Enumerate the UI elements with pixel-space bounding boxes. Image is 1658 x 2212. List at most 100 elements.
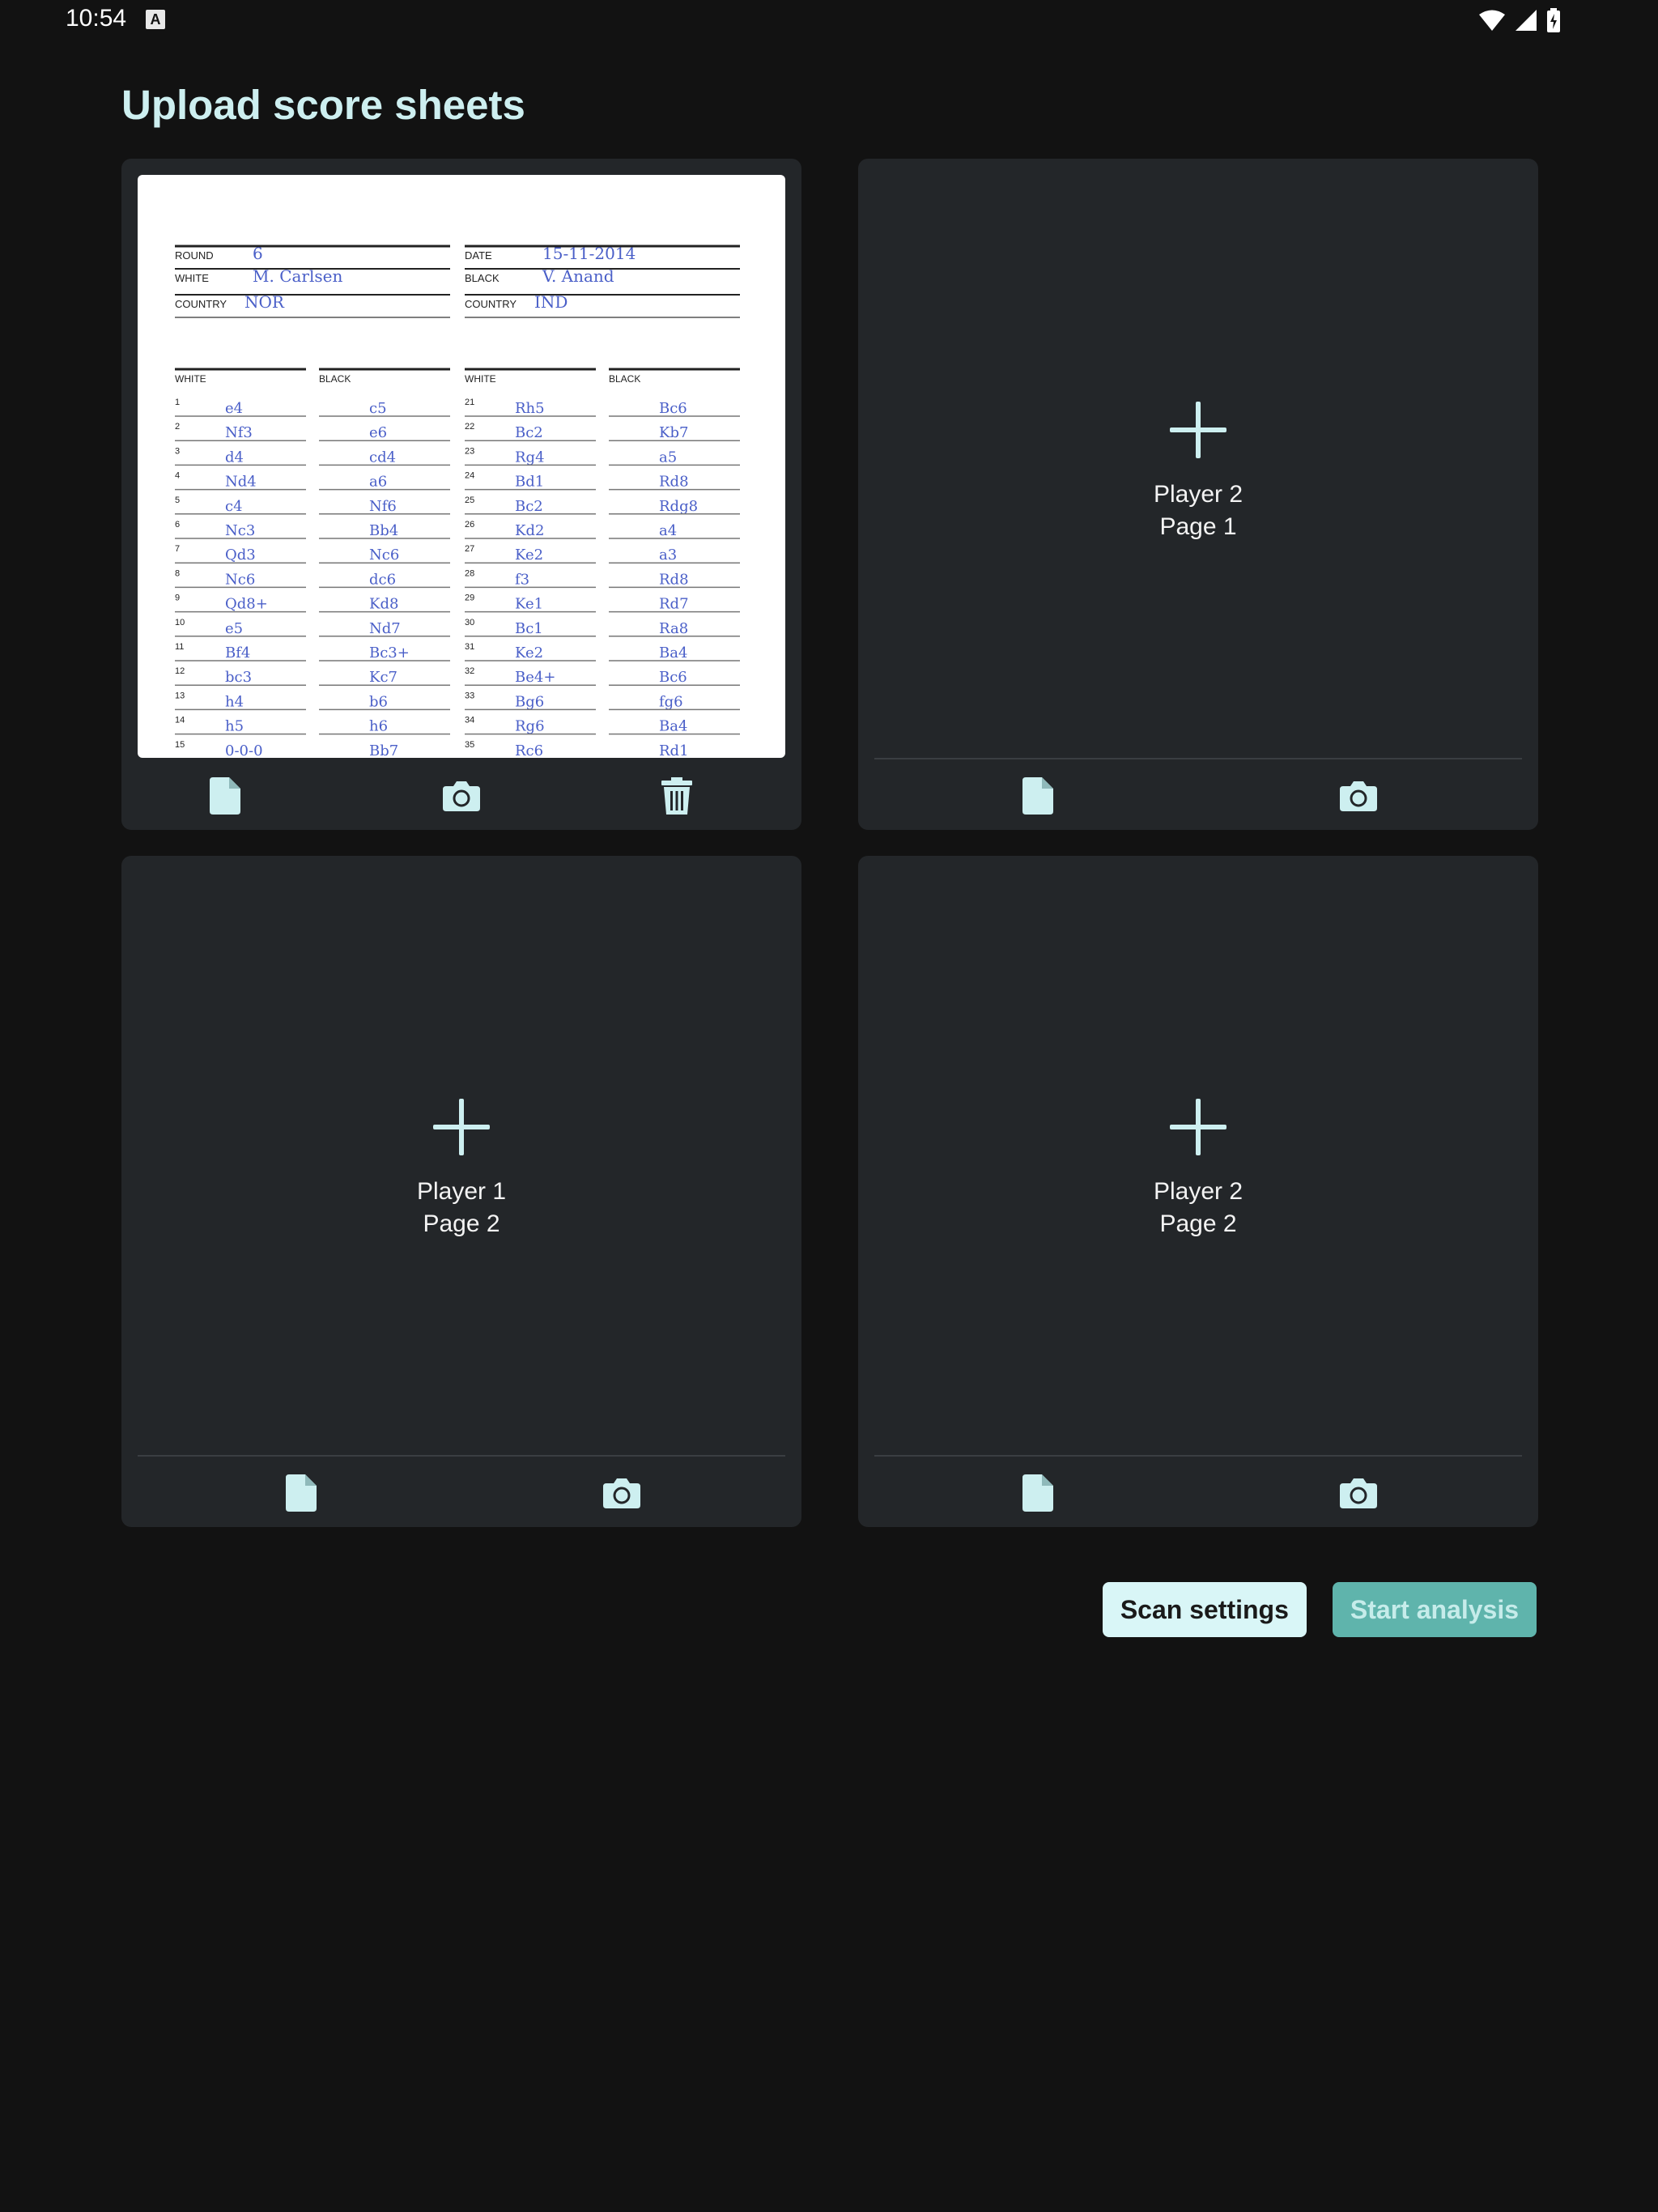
placeholder-player: Player 1 [416,1178,507,1205]
sheet-move-white: Qd8+ [225,596,268,613]
placeholder-page: Page 1 [1159,513,1237,540]
sheet-move-number: 15 [175,740,185,750]
sheet-move-number: 34 [465,716,474,725]
camera-icon [443,781,480,811]
card-player1-page1: ROUND 6 DATE 15-11-2014 WHITE M. Carlsen BLACK… [121,159,801,830]
score-sheet-preview[interactable]: ROUND 6 DATE 15-11-2014 WHITE M. Carlsen BLACK… [138,175,785,758]
file-icon [1022,777,1053,815]
card-actions [858,762,1538,830]
sheet-move-black: Nc6 [369,547,399,564]
upload-placeholder[interactable]: Player 2 Page 1 [874,175,1522,758]
sheet-move-black: fg6 [659,693,683,710]
sheet-move-white: Bc2 [515,424,543,441]
notification-icon: A [146,10,165,29]
sheet-move-black: Rd8 [659,474,689,491]
camera-button[interactable] [1339,776,1378,815]
sheet-header-value: IND [534,292,568,312]
sheet-move-white: Rc6 [515,742,543,758]
sheet-move-number: 3 [175,446,180,456]
file-upload-button[interactable] [1018,1474,1057,1512]
sheet-column-header: WHITE [175,373,206,385]
sheet-move-black: c5 [369,400,387,417]
sheet-move-white: Bc1 [515,620,543,637]
card-actions [858,1459,1538,1527]
upload-placeholder[interactable]: Player 1 Page 2 [138,872,785,1455]
sheet-move-white: Bg6 [515,693,544,710]
card-actions [121,762,801,830]
sheet-move-white: Nf3 [225,424,253,441]
card-player2-page1: Player 2 Page 1 [858,159,1538,830]
sheet-move-number: 5 [175,496,180,505]
file-upload-button[interactable] [1018,776,1057,815]
sheet-move-black: a5 [659,449,677,466]
sheet-move-number: 8 [175,568,180,578]
placeholder-label: Player 2 Page 1 [874,479,1522,543]
sheet-move-white: Qd3 [225,547,256,564]
scan-settings-button[interactable]: Scan settings [1102,1582,1307,1637]
sheet-move-number: 6 [175,520,180,530]
delete-button[interactable] [657,776,696,815]
sheet-column-header: BLACK [319,373,351,385]
camera-icon [1340,781,1377,811]
sheet-move-number: 22 [465,422,474,432]
divider [874,758,1522,759]
camera-icon [1340,1478,1377,1508]
sheet-move-black: Kc7 [369,669,397,686]
camera-button[interactable] [442,776,481,815]
sheet-move-number: 29 [465,593,474,603]
sheet-header-value: 6 [253,244,263,263]
sheet-move-black: h6 [369,718,388,735]
card-player2-page2: Player 2 Page 2 [858,856,1538,1527]
placeholder-label: Player 1 Page 2 [138,1176,785,1240]
sheet-move-black: Bb4 [369,522,398,539]
upload-placeholder[interactable]: Player 2 Page 2 [874,872,1522,1455]
sheet-header-value: 15-11-2014 [542,244,636,263]
camera-icon [603,1478,640,1508]
sheet-move-number: 25 [465,496,474,505]
sheet-move-white: Ke1 [515,596,543,613]
start-analysis-button[interactable]: Start analysis [1332,1582,1537,1637]
sheet-move-white: Rh5 [515,400,545,417]
sheet-header-label: COUNTRY [175,298,227,310]
sheet-move-white: Nc3 [225,522,255,539]
sheet-move-black: a3 [659,547,677,564]
sheet-move-number: 28 [465,568,474,578]
sheet-header-label: DATE [465,249,492,262]
wifi-icon [1479,10,1505,31]
sheet-move-black: cd4 [369,449,396,466]
sheet-move-number: 27 [465,544,474,554]
camera-button[interactable] [1339,1474,1378,1512]
battery-charging-icon [1547,8,1560,32]
sheet-move-black: Bb7 [369,742,398,758]
sheet-header-label: BLACK [465,272,500,284]
sheet-move-black: Nf6 [369,498,397,515]
sheet-move-white: c4 [225,498,243,515]
sheet-move-black: Rd1 [659,742,689,758]
card-player1-page2: Player 1 Page 2 [121,856,801,1527]
file-upload-button[interactable] [206,776,244,815]
sheet-move-white: Nc6 [225,571,255,588]
camera-button[interactable] [602,1474,641,1512]
sheet-move-number: 26 [465,520,474,530]
sheet-move-number: 4 [175,471,180,481]
sheet-move-white: Bd1 [515,474,544,491]
sheet-move-white: bc3 [225,669,252,686]
divider [138,1455,785,1457]
card-actions [121,1459,801,1527]
placeholder-page: Page 2 [423,1210,500,1237]
cell-signal-icon [1516,10,1537,31]
sheet-header-label: WHITE [175,272,209,284]
sheet-header-value: NOR [244,292,285,312]
plus-icon [433,1099,490,1155]
sheet-move-black: Ba4 [659,644,687,661]
divider [874,1455,1522,1457]
sheet-move-number: 9 [175,593,180,603]
sheet-move-white: e4 [225,400,243,417]
sheet-header-label: ROUND [175,249,214,262]
sheet-move-number: 31 [465,642,474,652]
sheet-move-black: Ba4 [659,718,687,735]
sheet-move-black: Rd7 [659,596,689,613]
sheet-move-number: 32 [465,666,474,676]
sheet-move-black: dc6 [369,571,396,588]
file-upload-button[interactable] [282,1474,321,1512]
